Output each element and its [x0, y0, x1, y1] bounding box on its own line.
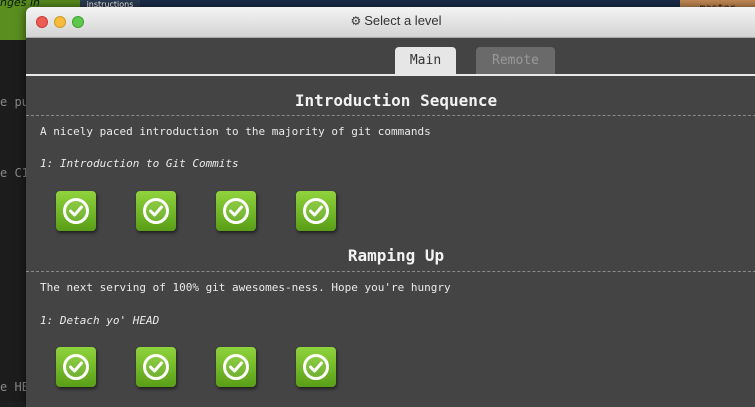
window-title-text: Select a level	[364, 13, 442, 28]
background-code-line: e pu	[0, 95, 29, 109]
level-button[interactable]	[136, 347, 176, 387]
sequence-description: The next serving of 100% git awesomes-ne…	[40, 281, 451, 294]
level-select-window: ⚙ Select a level Main Remote Introduction…	[26, 7, 755, 407]
checkmark-icon	[303, 354, 329, 380]
section-divider	[26, 271, 755, 272]
tab-main[interactable]: Main	[395, 47, 456, 75]
level-button[interactable]	[296, 347, 336, 387]
checkmark-icon	[63, 354, 89, 380]
background-code-line: e C1	[0, 166, 29, 180]
level-button[interactable]	[136, 191, 176, 231]
sequence-description: A nicely paced introduction to the major…	[40, 125, 431, 138]
level-button[interactable]	[216, 191, 256, 231]
checkmark-icon	[63, 198, 89, 224]
tab-remote[interactable]: Remote	[476, 47, 555, 75]
tab-divider	[26, 74, 755, 76]
gear-icon: ⚙	[350, 14, 362, 28]
window-title: ⚙ Select a level	[26, 13, 755, 28]
checkmark-icon	[223, 354, 249, 380]
sequence-title: Ramping Up	[347, 246, 445, 265]
sequence-title: Introduction Sequence	[294, 91, 498, 110]
level-button[interactable]	[216, 347, 256, 387]
checkmark-icon	[223, 198, 249, 224]
level-button[interactable]	[56, 347, 96, 387]
sequence-subtitle: 1: Introduction to Git Commits	[40, 157, 239, 170]
checkmark-icon	[143, 354, 169, 380]
checkmark-icon	[303, 198, 329, 224]
level-button[interactable]	[296, 191, 336, 231]
level-tabs: Main Remote	[26, 47, 755, 75]
sequence-subtitle: 1: Detach yo' HEAD	[40, 314, 160, 327]
background-code-line: e HE	[0, 380, 29, 394]
window-titlebar[interactable]: ⚙ Select a level	[26, 7, 755, 38]
section-divider	[26, 115, 755, 116]
level-button[interactable]	[56, 191, 96, 231]
checkmark-icon	[143, 198, 169, 224]
